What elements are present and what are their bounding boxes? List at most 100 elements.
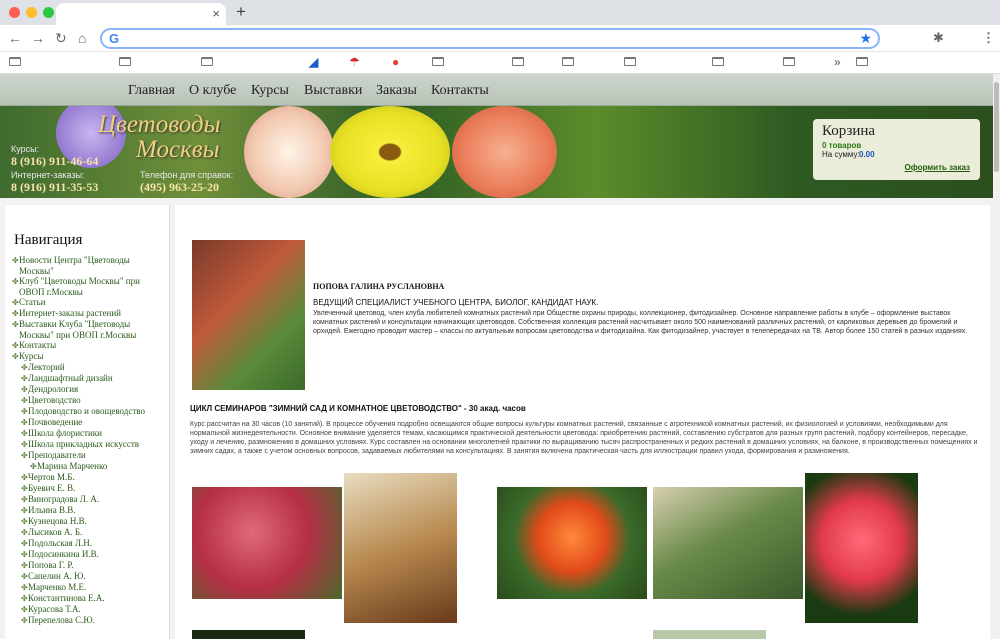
sidebar-nav-item[interactable]: ✤Лысиков А. Б.: [12, 527, 162, 538]
home-icon[interactable]: ⌂: [78, 30, 86, 46]
yellow-flower-image: [330, 106, 450, 198]
sidebar-nav-item[interactable]: ✤Ландшафтный дизайн: [12, 373, 162, 384]
sidebar-nav-label: ОВОП г.Москвы: [19, 287, 83, 297]
page-scrollbar[interactable]: [993, 74, 1000, 639]
sidebar-nav-item[interactable]: ✤Перепелова С.Ю.: [12, 615, 162, 626]
sidebar-nav-item[interactable]: ✤Дендрология: [12, 384, 162, 395]
sidebar-nav-item[interactable]: ✤Курсы: [12, 351, 162, 362]
bookmark-folder-icon[interactable]: [562, 57, 574, 66]
sidebar-nav-item[interactable]: Москвы" при ОВОП г.Москвы: [12, 330, 162, 340]
browser-toolbar: ← → ↻ ⌂ G ★ ✱ ⋮: [0, 25, 1000, 52]
nav-bullet-icon: ✤: [21, 440, 28, 449]
sidebar-nav-item[interactable]: ✤Лекторий: [12, 362, 162, 373]
bookmark-folder-icon[interactable]: [783, 57, 795, 66]
bookmark-folder-icon[interactable]: [9, 57, 21, 66]
bookmark-folder-icon[interactable]: [119, 57, 131, 66]
sidebar-nav-item[interactable]: ✤Школа флористики: [12, 428, 162, 439]
sidebar-nav-label: Школа прикладных искусств: [28, 439, 140, 449]
sidebar-nav-item[interactable]: ✤Плодоводство и овощеводство: [12, 406, 162, 417]
cart-title: Корзина: [822, 123, 876, 139]
reload-icon[interactable]: ↻: [55, 30, 67, 46]
browser-menu-icon[interactable]: ⋮: [982, 30, 995, 46]
sidebar-nav-item[interactable]: ✤Буевич Е. В.: [12, 483, 162, 494]
bookmark-maps-pin-icon[interactable]: ●: [392, 55, 399, 69]
nav-bullet-icon: ✤: [21, 506, 28, 515]
bookmark-umbrella-icon[interactable]: ☂: [349, 55, 360, 69]
maximize-window-button[interactable]: [43, 7, 54, 18]
minimize-window-button[interactable]: [26, 7, 37, 18]
menu-item-home[interactable]: Главная: [128, 83, 175, 99]
hibiscus-photo[interactable]: [805, 473, 918, 623]
bookmark-folder-icon[interactable]: [432, 57, 444, 66]
nav-bullet-icon: ✤: [21, 605, 28, 614]
forward-icon[interactable]: →: [31, 30, 45, 46]
sidebar-nav-item[interactable]: ✤Преподаватели: [12, 450, 162, 461]
sidebar-nav-item[interactable]: ✤Цветоводство: [12, 395, 162, 406]
bottom-photo-1[interactable]: [192, 630, 305, 639]
teacher-bio: Увлеченный цветовод, член клуба любителе…: [313, 310, 968, 335]
menu-item-exhibitions[interactable]: Выставки: [304, 83, 362, 99]
menu-item-orders[interactable]: Заказы: [376, 83, 417, 99]
browser-tab[interactable]: ×: [56, 3, 226, 25]
sidebar-nav-item[interactable]: ✤Ильина В.В.: [12, 505, 162, 516]
sidebar-nav-item[interactable]: ✤Константинова Е.А.: [12, 593, 162, 604]
site-logo[interactable]: Цветоводы Москвы: [98, 112, 221, 162]
sidebar-nav-item[interactable]: ✤Школа прикладных искусств: [12, 439, 162, 450]
bookmark-folder-icon[interactable]: [624, 57, 636, 66]
sidebar-nav-item[interactable]: ✤Интернет-заказы растений: [12, 308, 162, 319]
bookmark-wave-icon[interactable]: ◢: [309, 55, 318, 69]
address-bar[interactable]: G ★: [100, 28, 880, 49]
tab-close-icon[interactable]: ×: [212, 6, 220, 22]
sidebar-nav-item[interactable]: ✤Кузнецова Н.В.: [12, 516, 162, 527]
sidebar-nav-item[interactable]: ✤Курасова Т.А.: [12, 604, 162, 615]
sidebar-nav-item[interactable]: ✤Попова Г. Р.: [12, 560, 162, 571]
teacher-photo: [192, 240, 305, 390]
scrollbar-thumb[interactable]: [994, 82, 999, 172]
new-tab-icon[interactable]: +: [236, 2, 246, 22]
sidebar-nav-item[interactable]: ✤Подольская Л.Н.: [12, 538, 162, 549]
bookmark-folder-icon[interactable]: [856, 57, 868, 66]
bookmark-folder-icon[interactable]: [201, 57, 213, 66]
fern-photo[interactable]: [653, 487, 803, 599]
sidebar-nav-item[interactable]: ОВОП г.Москвы: [12, 287, 162, 297]
sidebar-nav-item[interactable]: ✤Статьи: [12, 297, 162, 308]
lily-flower-image: [244, 106, 334, 198]
sidebar-nav-item[interactable]: ✤Виноградова Л. А.: [12, 494, 162, 505]
sidebar-nav-item[interactable]: ✤Почвоведение: [12, 417, 162, 428]
sidebar-nav-label: Новости Центра "Цветоводы: [19, 255, 130, 265]
bookmarks-overflow-icon[interactable]: »: [834, 55, 841, 69]
back-icon[interactable]: ←: [8, 30, 22, 46]
sidebar-nav-label: Перепелова С.Ю.: [28, 615, 95, 625]
sidebar-nav-item[interactable]: ✤Марченко М.Е.: [12, 582, 162, 593]
clivia-photo[interactable]: [497, 487, 647, 599]
sidebar-nav-item[interactable]: ✤Чертов М.Б.: [12, 472, 162, 483]
bookmarks-bar: ◢ ☂ ● »: [0, 52, 1000, 74]
menu-item-contacts[interactable]: Контакты: [431, 83, 489, 99]
coleus-photo[interactable]: [192, 487, 342, 599]
close-window-button[interactable]: [9, 7, 20, 18]
menu-item-courses[interactable]: Курсы: [251, 83, 289, 99]
sidebar-nav-item[interactable]: ✤Подосинкина И.В.: [12, 549, 162, 560]
sidebar-nav-item[interactable]: ✤Новости Центра "Цветоводы: [12, 255, 162, 266]
bookmark-folder-icon[interactable]: [712, 57, 724, 66]
bookmark-star-icon[interactable]: ★: [859, 30, 872, 47]
checkout-link[interactable]: Оформить заказ: [904, 163, 970, 172]
sidebar-nav-item[interactable]: ✤Клуб "Цветоводы Москвы" при: [12, 276, 162, 287]
bottom-photo-2[interactable]: [653, 630, 766, 639]
sidebar-nav-item[interactable]: ✤Выставки Клуба "Цветоводы: [12, 319, 162, 330]
nav-bullet-icon: ✤: [21, 473, 28, 482]
bookmark-folder-icon[interactable]: [512, 57, 524, 66]
sidebar-nav-item[interactable]: ✤Марина Марченко: [12, 461, 162, 472]
nav-bullet-icon: ✤: [21, 550, 28, 559]
nav-bullet-icon: ✤: [21, 561, 28, 570]
extensions-icon[interactable]: ✱: [933, 30, 944, 46]
sidebar-nav-item[interactable]: ✤Сапелин А. Ю.: [12, 571, 162, 582]
sidebar-nav-label: Подольская Л.Н.: [28, 538, 93, 548]
sidebar-nav-item[interactable]: ✤Контакты: [12, 340, 162, 351]
bonsai-teapot-photo[interactable]: [344, 473, 457, 623]
menu-item-about[interactable]: О клубе: [189, 83, 236, 99]
sidebar-nav-item[interactable]: Москвы": [12, 266, 162, 276]
nav-bullet-icon: ✤: [12, 341, 19, 350]
nav-bullet-icon: ✤: [12, 309, 19, 318]
nav-bullet-icon: ✤: [12, 352, 19, 361]
